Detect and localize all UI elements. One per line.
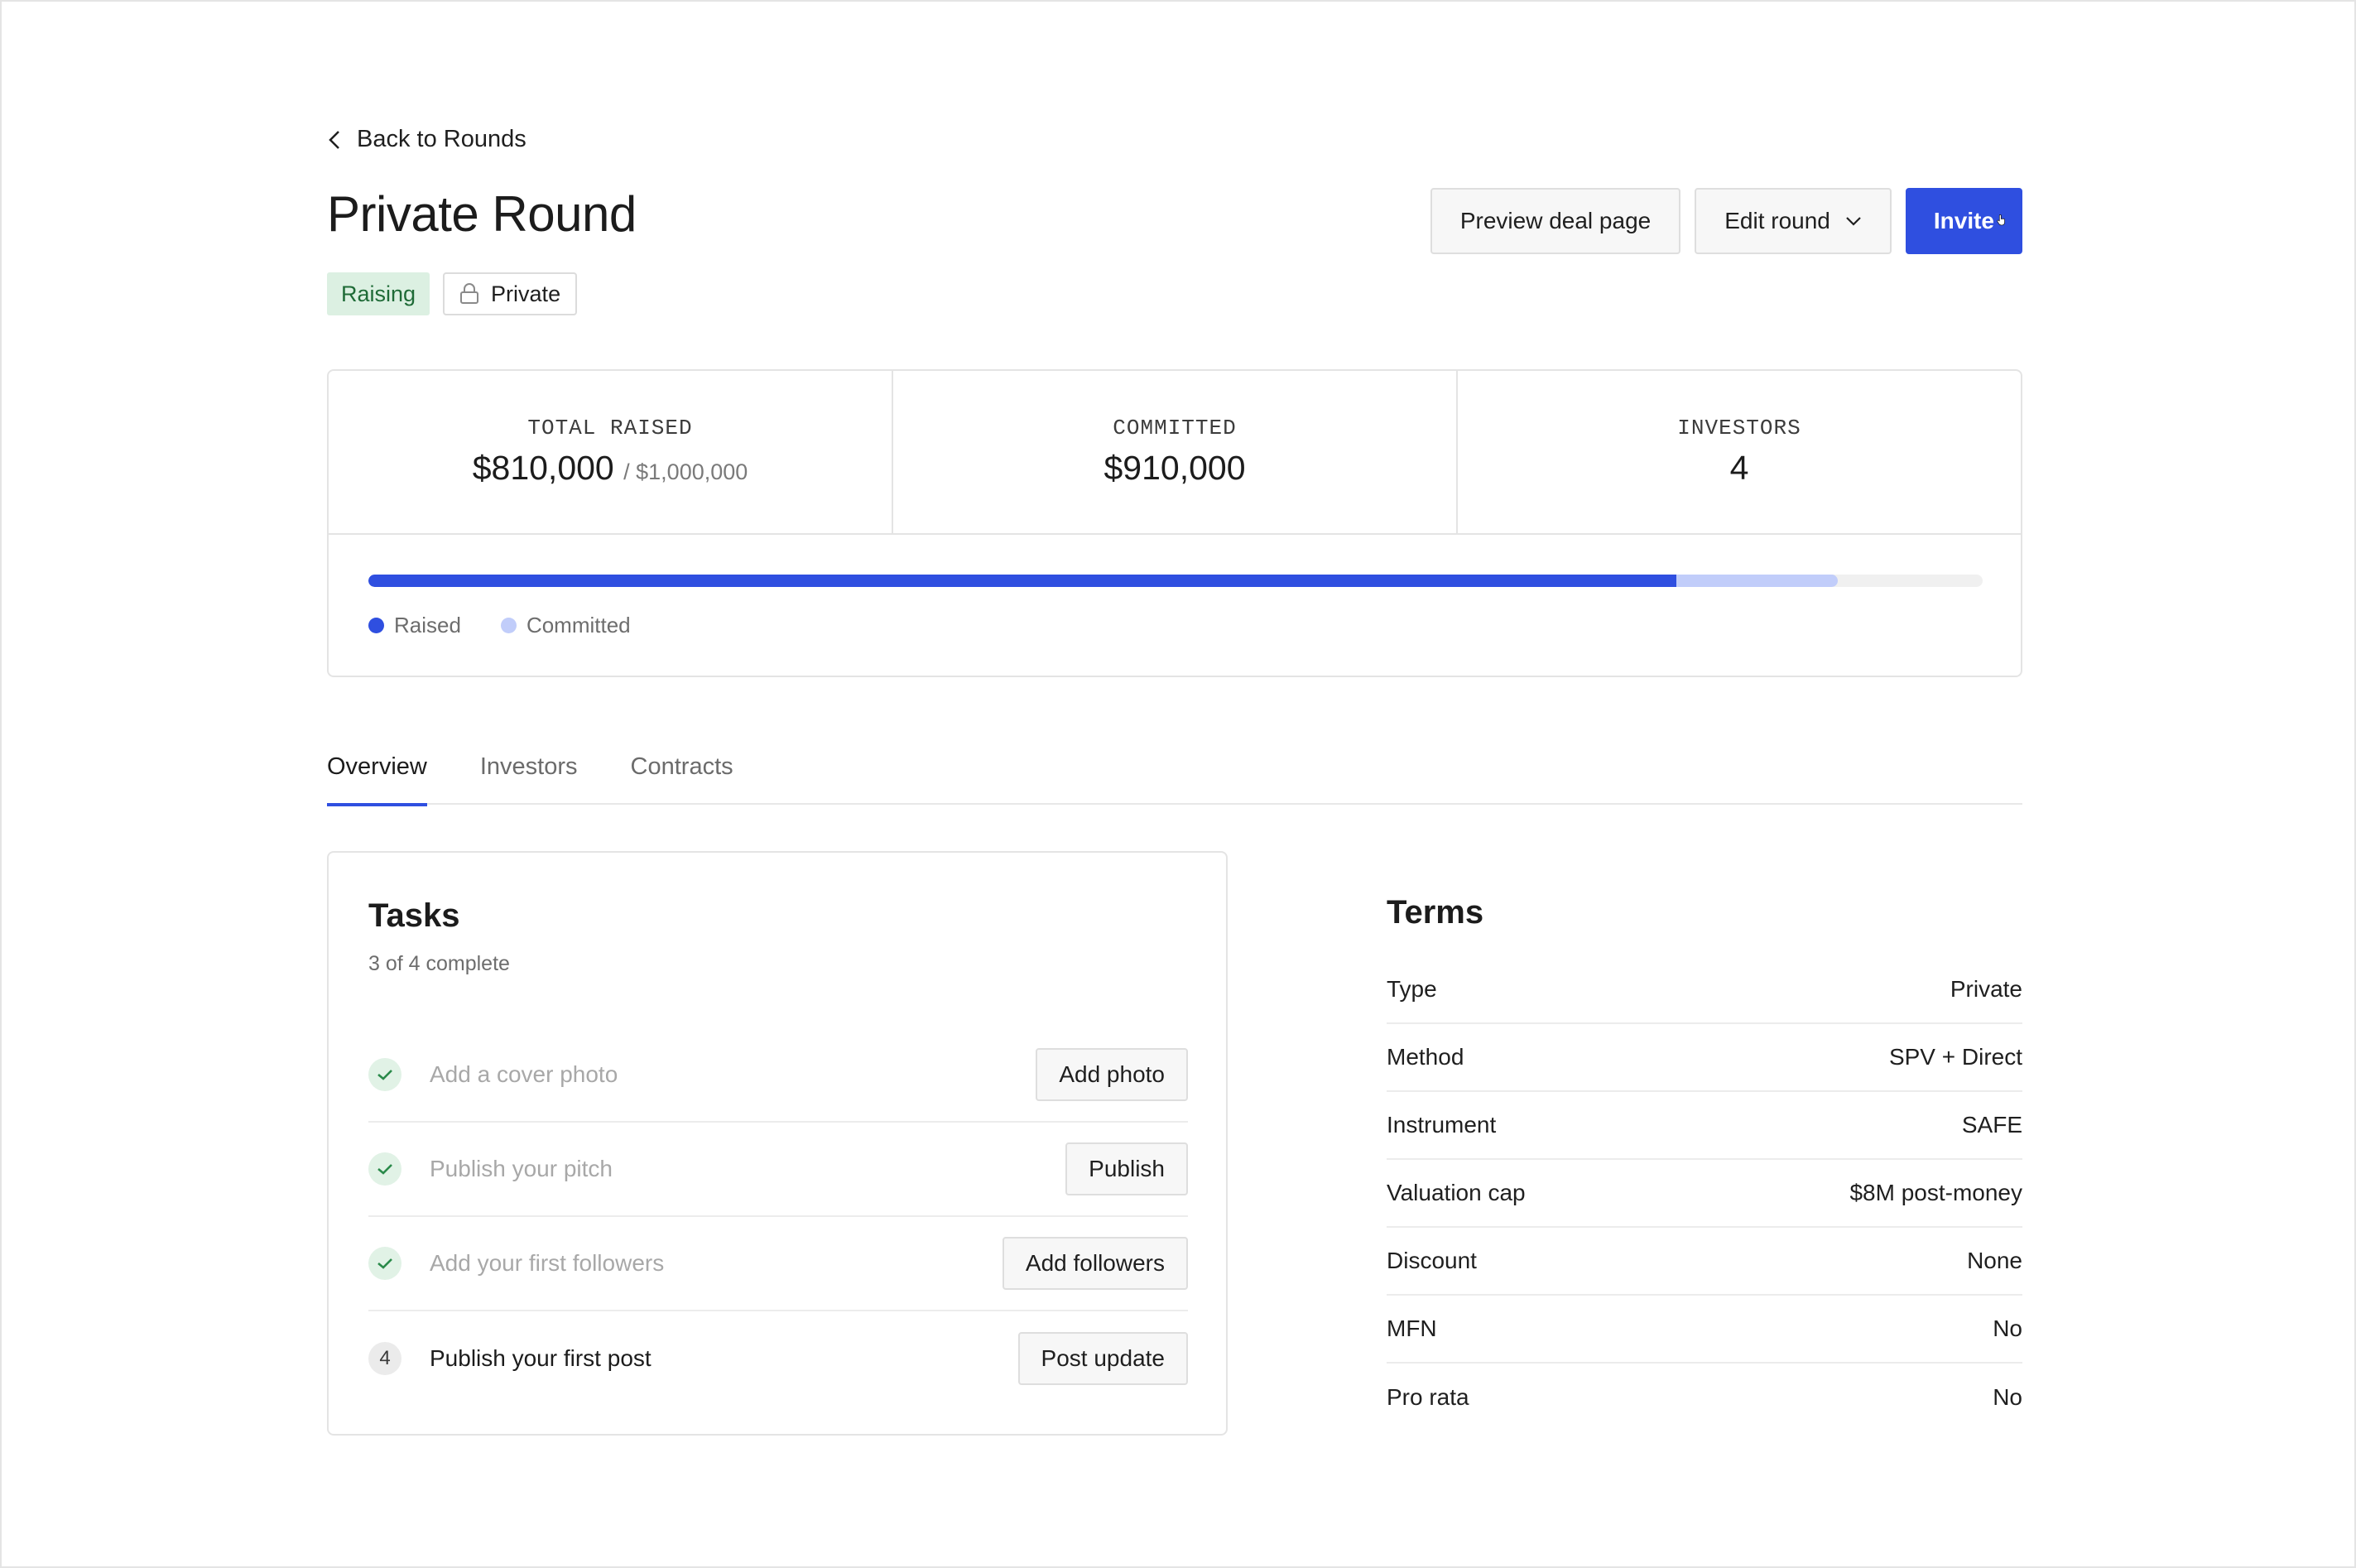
task-item: Add a cover photo Add photo bbox=[368, 1028, 1188, 1123]
task-text: Add a cover photo bbox=[430, 1061, 618, 1087]
terms-title: Terms bbox=[1387, 894, 1484, 931]
add-followers-button[interactable]: Add followers bbox=[1002, 1237, 1188, 1290]
term-row: Method SPV + Direct bbox=[1387, 1024, 2022, 1092]
term-value: None bbox=[1967, 1248, 2022, 1273]
total-raised-value: $810,000 bbox=[472, 449, 614, 487]
tab-overview[interactable]: Overview bbox=[327, 743, 427, 806]
legend-committed-label: Committed bbox=[526, 613, 631, 637]
preview-deal-page-button[interactable]: Preview deal page bbox=[1430, 188, 1681, 254]
task-info: Publish your pitch bbox=[368, 1152, 613, 1186]
task-list: Add a cover photo Add photo Publish your… bbox=[368, 1028, 1188, 1406]
investors-value: 4 bbox=[1729, 449, 1749, 487]
total-raised-value-group: $810,000 / $1,000,000 bbox=[473, 449, 748, 488]
term-label: Type bbox=[1387, 976, 1437, 1002]
committed-stat: COMMITTED $910,000 bbox=[893, 371, 1458, 533]
total-raised-stat: TOTAL RAISED $810,000 / $1,000,000 bbox=[329, 371, 893, 533]
term-label: Discount bbox=[1387, 1248, 1477, 1273]
status-badge: Raising bbox=[327, 272, 430, 315]
page-title: Private Round bbox=[327, 186, 637, 242]
tasks-summary: 3 of 4 complete bbox=[368, 952, 510, 975]
term-value: No bbox=[1993, 1315, 2022, 1341]
header-actions: Preview deal page Edit round Invite bbox=[1430, 188, 2022, 254]
legend-committed: Committed bbox=[500, 613, 631, 638]
term-label: Pro rata bbox=[1387, 1384, 1469, 1410]
visibility-badge: Private bbox=[443, 272, 578, 315]
publish-button[interactable]: Publish bbox=[1065, 1142, 1188, 1195]
term-value: $8M post-money bbox=[1849, 1180, 2022, 1205]
check-icon bbox=[368, 1247, 401, 1280]
term-value: SPV + Direct bbox=[1888, 1044, 2022, 1070]
committed-label: COMMITTED bbox=[1113, 416, 1237, 440]
progress-legend: Raised Committed bbox=[368, 613, 631, 638]
task-text: Publish your first post bbox=[430, 1345, 652, 1371]
post-update-button[interactable]: Post update bbox=[1017, 1332, 1188, 1385]
page: Back to Rounds Private Round Raising Pri… bbox=[0, 0, 2356, 1568]
raised-dot-icon bbox=[368, 618, 384, 633]
tasks-title: Tasks bbox=[368, 897, 460, 934]
legend-raised-label: Raised bbox=[394, 613, 461, 637]
invite-label: Invite bbox=[1933, 208, 1994, 233]
hand-cursor-icon bbox=[1997, 214, 2005, 226]
chevron-down-icon bbox=[1846, 217, 1861, 226]
round-tabs: Overview Investors Contracts bbox=[327, 743, 2022, 806]
back-link-label: Back to Rounds bbox=[357, 126, 526, 152]
term-value: Private bbox=[1950, 976, 2022, 1002]
lock-icon bbox=[460, 283, 479, 304]
task-info: 4 Publish your first post bbox=[368, 1342, 652, 1375]
term-label: Instrument bbox=[1387, 1112, 1497, 1138]
term-row: Discount None bbox=[1387, 1228, 2022, 1296]
step-number: 4 bbox=[368, 1342, 401, 1375]
chevron-left-icon bbox=[329, 130, 339, 149]
term-label: Valuation cap bbox=[1387, 1180, 1526, 1205]
edit-round-button[interactable]: Edit round bbox=[1695, 188, 1892, 254]
funding-progress-bar bbox=[368, 575, 1983, 587]
term-row: Instrument SAFE bbox=[1387, 1092, 2022, 1160]
term-row: Type Private bbox=[1387, 956, 2022, 1024]
legend-raised: Raised bbox=[368, 613, 461, 638]
invite-button[interactable]: Invite bbox=[1905, 188, 2022, 254]
stat-row: TOTAL RAISED $810,000 / $1,000,000 COMMI… bbox=[329, 371, 2021, 535]
tab-investors[interactable]: Investors bbox=[480, 743, 578, 805]
task-text: Publish your pitch bbox=[430, 1156, 613, 1181]
term-row: MFN No bbox=[1387, 1296, 2022, 1364]
total-raised-label: TOTAL RAISED bbox=[527, 416, 693, 440]
task-item: 4 Publish your first post Post update bbox=[368, 1311, 1188, 1406]
check-icon bbox=[368, 1152, 401, 1186]
check-icon bbox=[368, 1058, 401, 1091]
tasks-card: Tasks 3 of 4 complete Add a cover photo … bbox=[327, 851, 1228, 1436]
add-photo-button[interactable]: Add photo bbox=[1036, 1048, 1188, 1101]
terms-section: Terms Type Private Method SPV + Direct I… bbox=[1387, 894, 2022, 1431]
badges: Raising Private bbox=[327, 272, 578, 315]
term-value: No bbox=[1993, 1384, 2022, 1410]
investors-stat: INVESTORS 4 bbox=[1458, 371, 2021, 533]
funding-stats-card: TOTAL RAISED $810,000 / $1,000,000 COMMI… bbox=[327, 369, 2022, 677]
committed-dot-icon bbox=[500, 618, 517, 633]
total-raised-target: / $1,000,000 bbox=[623, 459, 748, 484]
tab-contracts[interactable]: Contracts bbox=[631, 743, 733, 805]
task-info: Add your first followers bbox=[368, 1247, 664, 1280]
term-value: SAFE bbox=[1961, 1112, 2022, 1138]
investors-label: INVESTORS bbox=[1677, 416, 1801, 440]
progress-raised-fill bbox=[368, 575, 1676, 587]
term-row: Valuation cap $8M post-money bbox=[1387, 1160, 2022, 1228]
visibility-badge-label: Private bbox=[491, 281, 561, 306]
task-item: Publish your pitch Publish bbox=[368, 1123, 1188, 1217]
task-info: Add a cover photo bbox=[368, 1058, 618, 1091]
term-label: Method bbox=[1387, 1044, 1464, 1070]
task-item: Add your first followers Add followers bbox=[368, 1217, 1188, 1311]
term-label: MFN bbox=[1387, 1315, 1437, 1341]
back-link[interactable]: Back to Rounds bbox=[327, 126, 526, 153]
committed-value: $910,000 bbox=[1103, 449, 1246, 487]
task-text: Add your first followers bbox=[430, 1250, 665, 1276]
term-row: Pro rata No bbox=[1387, 1364, 2022, 1431]
edit-round-label: Edit round bbox=[1724, 208, 1830, 233]
